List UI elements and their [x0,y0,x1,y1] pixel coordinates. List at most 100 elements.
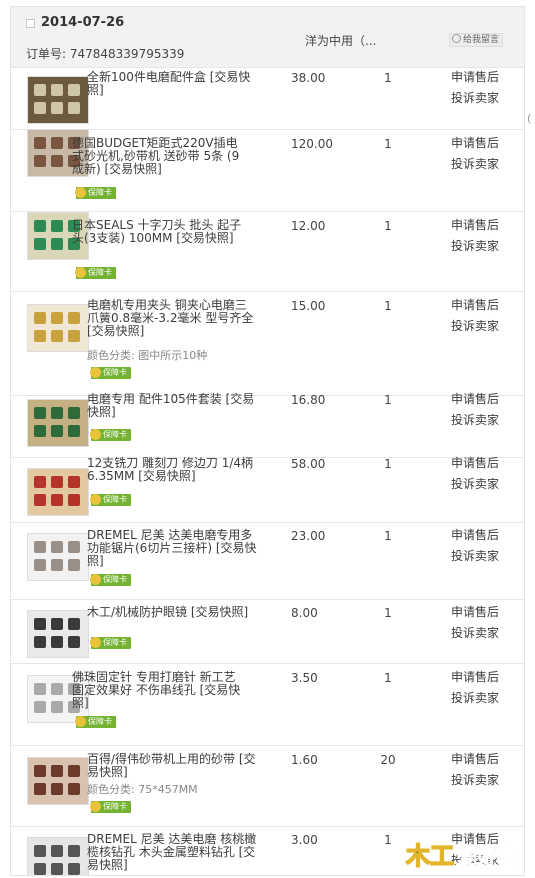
guarantee-badge[interactable]: 保障卡 [90,574,131,586]
thumbnail-detail [34,701,46,713]
guarantee-label: 保障卡 [103,368,127,377]
thumbnail-detail [34,618,46,630]
item-thumbnail[interactable] [27,757,89,805]
complain-seller-link[interactable]: 投诉卖家 [451,316,499,337]
item-actions: 申请售后 投诉卖家 [451,525,499,567]
item-title-link[interactable]: 木工/机械防护眼镜 [交易快照] [87,606,257,619]
side-paren: ( [527,112,532,125]
guarantee-icon [90,494,101,505]
apply-aftersale-link[interactable]: 申请售后 [451,295,499,316]
guarantee-icon [90,637,101,648]
apply-aftersale-link[interactable]: 申请售后 [451,215,499,236]
thumbnail-detail [68,494,80,506]
thumbnail-detail [68,765,80,777]
guarantee-icon [90,367,101,378]
guarantee-badge[interactable]: 保障卡 [90,801,131,813]
item-price: 120.00 [291,137,333,151]
complain-seller-link[interactable]: 投诉卖家 [451,410,499,431]
thumbnail-detail [51,155,63,167]
apply-aftersale-link[interactable]: 申请售后 [451,749,499,770]
thumbnail-detail [51,783,63,795]
item-title-link[interactable]: 电磨机专用夹头 铜夹心电磨三爪簧0.8毫米-3.2毫米 型号齐全 [交易快照] [87,299,257,338]
item-title-link[interactable]: DREMEL 尼美 达美电磨专用多功能锯片(6切片三接杆) [交易快照] [87,529,257,568]
guarantee-badge[interactable]: 保障卡 [90,367,131,379]
thumbnail-detail [51,238,63,250]
complain-seller-link[interactable]: 投诉卖家 [451,688,499,709]
item-price: 38.00 [291,71,326,85]
thumbnail-detail [51,683,63,695]
item-thumbnail[interactable] [27,468,89,516]
guarantee-badge[interactable]: 保障卡 [90,494,131,506]
item-thumbnail[interactable] [27,399,89,447]
item-price: 3.00 [291,833,318,847]
thumbnail-detail [68,541,80,553]
order-item-row: 日本SEALS 十字刀头 批头 起子头(3支装) 100MM [交易快照] 保障卡… [11,211,524,292]
item-thumbnail[interactable] [27,533,89,581]
item-title-link[interactable]: 12支铣刀 雕刻刀 修边刀 1/4柄 6.35MM [交易快照] [87,457,257,483]
thumbnail-detail [34,312,46,324]
item-price: 23.00 [291,529,326,543]
item-quantity: 1 [384,833,392,847]
thumbnail-detail [68,425,80,437]
item-title-link[interactable]: 百得/得伟砂带机上用的砂带 [交易快照] [87,753,257,779]
apply-aftersale-link[interactable]: 申请售后 [451,67,499,88]
item-thumbnail[interactable] [27,610,89,658]
apply-aftersale-link[interactable]: 申请售后 [451,667,499,688]
apply-aftersale-link[interactable]: 申请售后 [451,525,499,546]
item-actions: 申请售后 投诉卖家 [451,215,499,257]
leave-message-button[interactable]: 给我留言 [449,33,504,47]
guarantee-badge[interactable]: 保障卡 [75,267,116,279]
item-actions: 申请售后 投诉卖家 [451,133,499,175]
item-price: 8.00 [291,606,318,620]
item-actions: 申请售后 投诉卖家 [451,389,499,431]
item-price: 12.00 [291,219,326,233]
apply-aftersale-link[interactable]: 申请售后 [451,602,499,623]
item-thumbnail[interactable] [27,76,89,124]
item-thumbnail[interactable] [27,304,89,352]
item-thumbnail[interactable] [27,837,89,875]
guarantee-badge[interactable]: 保障卡 [90,637,131,649]
apply-aftersale-link[interactable]: 申请售后 [451,389,499,410]
thumbnail-detail [34,636,46,648]
complain-seller-link[interactable]: 投诉卖家 [451,154,499,175]
thumbnail-detail [34,783,46,795]
thumbnail-detail [68,84,80,96]
guarantee-badge[interactable]: 保障卡 [90,429,131,441]
complain-seller-link[interactable]: 投诉卖家 [451,623,499,644]
item-title-link[interactable]: 佛珠固定针 专用打磨针 新工艺 固定效果好 不伤串线孔 [交易快照] [72,671,242,710]
thumbnail-detail [51,618,63,630]
item-title-link[interactable]: 电磨专用 配件105件套装 [交易快照] [87,393,257,419]
order-checkbox[interactable] [26,19,35,28]
thumbnail-detail [51,330,63,342]
item-quantity: 1 [384,671,392,685]
thumbnail-detail [34,220,46,232]
order-item-row: 佛珠固定针 专用打磨针 新工艺 固定效果好 不伤串线孔 [交易快照] 保障卡 3.5… [11,663,524,746]
thumbnail-detail [34,425,46,437]
item-price: 16.80 [291,393,326,407]
thumbnail-detail [34,238,46,250]
item-title-link[interactable]: 日本SEALS 十字刀头 批头 起子头(3支装) 100MM [交易快照] [72,219,242,245]
complain-seller-link[interactable]: 投诉卖家 [451,88,499,109]
site-logo: 木工 爱好者 [404,841,519,871]
apply-aftersale-link[interactable]: 申请售后 [451,133,499,154]
item-title-link[interactable]: 全新100件电磨配件盒 [交易快照] [87,71,257,97]
guarantee-label: 保障卡 [103,495,127,504]
item-title-link[interactable]: DREMEL 尼美 达美电磨 核桃橄榄核钻孔 木头金属塑料钻孔 [交易快照] [87,833,257,872]
guarantee-badge[interactable]: 保障卡 [75,716,116,728]
order-date: 2014-07-26 [41,15,125,30]
order-item-row: 木工/机械防护眼镜 [交易快照] 保障卡 8.00 1 申请售后 投诉卖家 [11,599,524,664]
seller-link[interactable]: 洋为中用（... [305,32,376,49]
complain-seller-link[interactable]: 投诉卖家 [451,474,499,495]
item-sku: 颜色分类: 图中所示10种 [87,349,208,362]
complain-seller-link[interactable]: 投诉卖家 [451,236,499,257]
complain-seller-link[interactable]: 投诉卖家 [451,770,499,791]
guarantee-badge[interactable]: 保障卡 [75,187,116,199]
order-number: 订单号: 747848339795339 [26,47,185,61]
item-quantity: 1 [384,71,392,85]
item-actions: 申请售后 投诉卖家 [451,67,499,109]
apply-aftersale-link[interactable]: 申请售后 [451,453,499,474]
complain-seller-link[interactable]: 投诉卖家 [451,546,499,567]
item-title-link[interactable]: 德国BUDGET矩距式220V插电式砂光机,砂带机 送砂带 5条 (9成新) [… [72,137,242,176]
thumbnail-detail [34,683,46,695]
item-quantity: 1 [384,219,392,233]
